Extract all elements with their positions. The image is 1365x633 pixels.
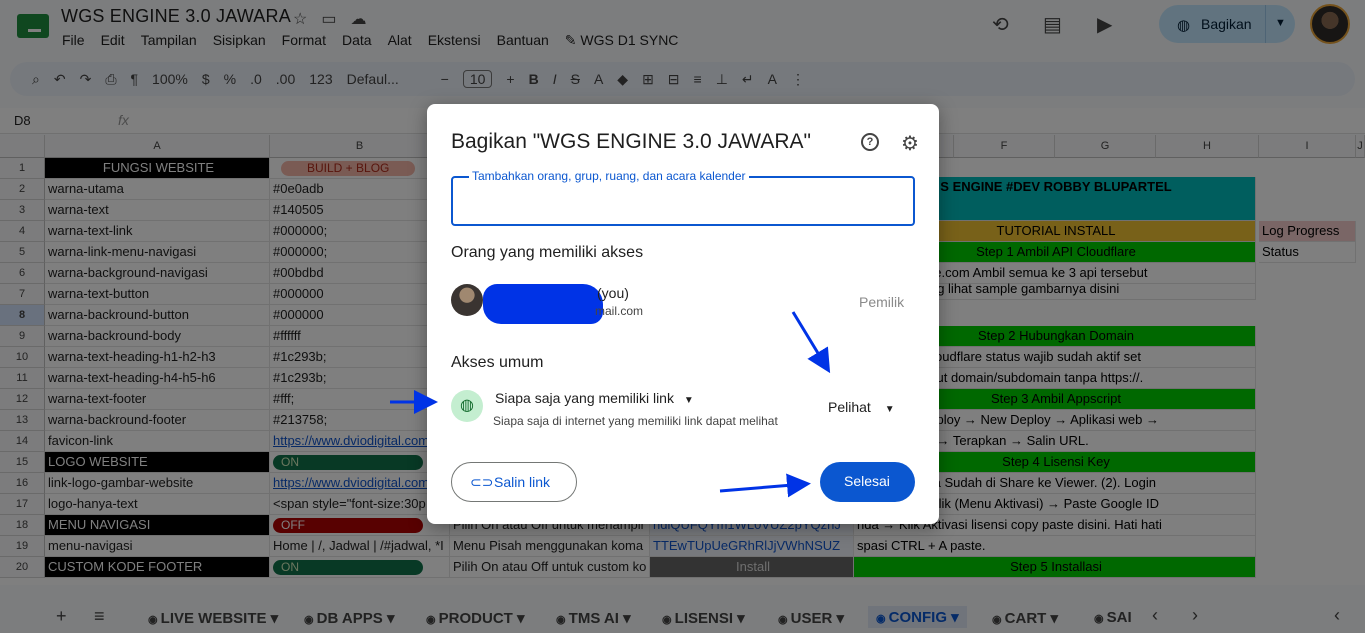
- add-people-label: Tambahkan orang, grup, ruang, dan acara …: [469, 169, 749, 183]
- help-icon[interactable]: ?: [861, 133, 879, 151]
- add-people-field[interactable]: Tambahkan orang, grup, ruang, dan acara …: [451, 169, 915, 226]
- redaction-mark: [483, 284, 603, 324]
- link-icon: ⊂⊃: [470, 474, 494, 490]
- dialog-title: Bagikan "WGS ENGINE 3.0 JAWARA": [451, 130, 811, 153]
- general-access-description: Siapa saja di internet yang memiliki lin…: [493, 414, 778, 428]
- caret-down-icon: ▼: [683, 395, 694, 406]
- caret-down-icon: ▼: [884, 404, 895, 415]
- share-dialog: Bagikan "WGS ENGINE 3.0 JAWARA" ? ⚙ Tamb…: [427, 104, 939, 524]
- general-access-heading: Akses umum: [451, 354, 544, 371]
- done-button[interactable]: Selesai: [820, 462, 915, 502]
- people-access-heading: Orang yang memiliki akses: [451, 244, 644, 261]
- person-email: mail.com: [595, 304, 644, 318]
- add-people-input[interactable]: [463, 194, 903, 210]
- avatar: [451, 284, 483, 316]
- globe-icon: ◍: [451, 390, 483, 422]
- owner-role-label: Pemilik: [859, 294, 905, 310]
- settings-gear-icon[interactable]: ⚙: [901, 131, 919, 156]
- person-you-label: (you): [597, 285, 629, 301]
- copy-link-button[interactable]: ⊂⊃ Salin link: [451, 462, 577, 502]
- general-access-select[interactable]: Siapa saja yang memiliki link ▼: [495, 390, 694, 406]
- role-select[interactable]: Pelihat ▼: [828, 399, 895, 415]
